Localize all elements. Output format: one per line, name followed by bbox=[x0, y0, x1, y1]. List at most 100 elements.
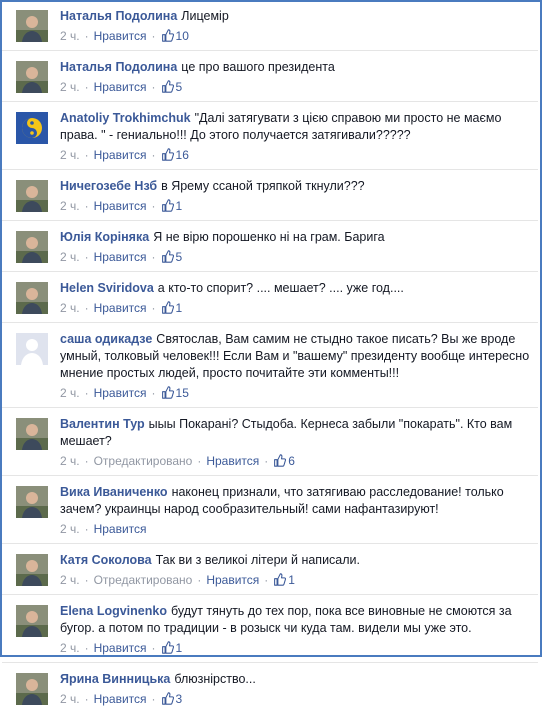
comment-text: Лицемір bbox=[181, 9, 229, 23]
comment: Наталья Подолина Лицемір 2 ч. · Нравится · 10 bbox=[2, 0, 538, 51]
comment-time[interactable]: 2 ч. bbox=[60, 386, 80, 400]
comment-time[interactable]: 2 ч. bbox=[60, 641, 80, 655]
like-button[interactable]: Нравится bbox=[94, 522, 147, 536]
comment-author[interactable]: Наталья Подолина bbox=[60, 9, 177, 23]
like-button[interactable]: Нравится bbox=[94, 29, 147, 43]
like-button[interactable]: Нравится bbox=[94, 692, 147, 706]
like-count[interactable]: 16 bbox=[161, 148, 189, 162]
comment-time[interactable]: 2 ч. bbox=[60, 573, 80, 587]
avatar[interactable] bbox=[16, 673, 48, 705]
like-button[interactable]: Нравится bbox=[206, 573, 259, 587]
edited-label[interactable]: Отредактировано bbox=[94, 573, 193, 587]
comment-text: Так ви з великоі літери й написали. bbox=[155, 553, 361, 567]
comment-time[interactable]: 2 ч. bbox=[60, 301, 80, 315]
like-button[interactable]: Нравится bbox=[94, 199, 147, 213]
like-button[interactable]: Нравится bbox=[94, 386, 147, 400]
avatar[interactable] bbox=[16, 180, 48, 212]
comment: Helen Sviridova а кто-то спорит? .... меш… bbox=[2, 272, 538, 323]
comment-text: а кто-то спорит? .... мешает? .... уже г… bbox=[157, 281, 404, 295]
comment-meta: 2 ч. · Нравится · 10 bbox=[60, 29, 189, 43]
thumbs-up-icon bbox=[161, 29, 174, 42]
comment-time[interactable]: 2 ч. bbox=[60, 199, 80, 213]
comment-meta: 2 ч. · Нравится · 1 bbox=[60, 301, 183, 315]
thumbs-up-icon bbox=[273, 454, 287, 467]
comment: Ничегозебе Нзб в Ярему ссаной тряпкой ткн… bbox=[2, 170, 538, 221]
comment-meta: 2 ч. · Отредактировано · Нравится · 1 bbox=[60, 573, 295, 587]
comment-time[interactable]: 2 ч. bbox=[60, 80, 80, 94]
comment-author[interactable]: саша одикадзе bbox=[60, 332, 152, 346]
like-button[interactable]: Нравится bbox=[94, 80, 147, 94]
comment-author[interactable]: Elena Logvinenko bbox=[60, 604, 167, 618]
avatar[interactable] bbox=[16, 418, 48, 450]
comment-time[interactable]: 2 ч. bbox=[60, 692, 80, 706]
comment-meta: 2 ч. · Нравится · 3 bbox=[60, 692, 183, 706]
like-button[interactable]: Нравится bbox=[94, 641, 147, 655]
like-count[interactable]: 5 bbox=[161, 250, 182, 264]
avatar[interactable] bbox=[16, 486, 48, 518]
thumbs-up-icon bbox=[161, 386, 174, 399]
like-count[interactable]: 1 bbox=[161, 641, 182, 655]
like-button[interactable]: Нравится bbox=[94, 250, 147, 264]
comment-text: в Ярему ссаной тряпкой ткнули??? bbox=[161, 179, 365, 193]
comment: Валентин Тур ыыы Покарані? Стыдоба. Керне… bbox=[2, 408, 538, 476]
like-count[interactable]: 3 bbox=[161, 692, 182, 706]
comment-author[interactable]: Anatoliy Trokhimchuk bbox=[60, 111, 191, 125]
thumbs-up-icon bbox=[161, 692, 174, 705]
avatar[interactable] bbox=[16, 10, 48, 42]
comment-author[interactable]: Катя Соколова bbox=[60, 553, 152, 567]
thumbs-up-icon bbox=[161, 641, 174, 654]
like-count[interactable]: 6 bbox=[273, 454, 295, 468]
comment: Elena Logvinenko будут тянуть до тех пор,… bbox=[2, 595, 538, 663]
comment-author[interactable]: Наталья Подолина bbox=[60, 60, 177, 74]
comment-author[interactable]: Юлія Коріняка bbox=[60, 230, 149, 244]
comment-author[interactable]: Ничегозебе Нзб bbox=[60, 179, 157, 193]
comment-time[interactable]: 2 ч. bbox=[60, 250, 80, 264]
comment: саша одикадзе Святослав, Вам самим не сты… bbox=[2, 323, 538, 408]
comment-text: Я не вірю порошенко ні на грам. Барига bbox=[153, 230, 385, 244]
avatar[interactable] bbox=[16, 605, 48, 637]
comment-author[interactable]: Вика Иваниченко bbox=[60, 485, 168, 499]
avatar[interactable] bbox=[16, 554, 48, 586]
avatar[interactable] bbox=[16, 112, 48, 144]
like-count[interactable]: 5 bbox=[161, 80, 182, 94]
like-button[interactable]: Нравится bbox=[94, 301, 147, 315]
thumbs-up-icon bbox=[161, 301, 174, 314]
comment-meta: 2 ч. · Нравится · 1 bbox=[60, 199, 183, 213]
comment-author[interactable]: Helen Sviridova bbox=[60, 281, 154, 295]
comment-meta: 2 ч. · Нравится · 5 bbox=[60, 80, 183, 94]
like-button[interactable]: Нравится bbox=[206, 454, 259, 468]
comment: Наталья Подолина це про вашого президента… bbox=[2, 51, 538, 102]
comment-author[interactable]: Ярина Винницька bbox=[60, 672, 170, 686]
thumbs-up-icon bbox=[161, 80, 174, 93]
comment-time[interactable]: 2 ч. bbox=[60, 522, 80, 536]
comment-text: це про вашого президента bbox=[181, 60, 335, 74]
avatar[interactable] bbox=[16, 333, 48, 365]
comment-time[interactable]: 2 ч. bbox=[60, 454, 80, 468]
comment: Юлія Коріняка Я не вірю порошенко ні на г… bbox=[2, 221, 538, 272]
avatar[interactable] bbox=[16, 61, 48, 93]
edited-label[interactable]: Отредактировано bbox=[94, 454, 193, 468]
like-count[interactable]: 1 bbox=[161, 301, 182, 315]
comment-time[interactable]: 2 ч. bbox=[60, 29, 80, 43]
comment-meta: 2 ч. · Нравится · 15 bbox=[60, 386, 189, 400]
comment: Anatoliy Trokhimchuk "Далі затягувати з ц… bbox=[2, 102, 538, 170]
comment-meta: 2 ч. · Нравится · 1 bbox=[60, 641, 183, 655]
like-count[interactable]: 1 bbox=[273, 573, 295, 587]
comment-time[interactable]: 2 ч. bbox=[60, 148, 80, 162]
comment-meta: 2 ч. · Отредактировано · Нравится · 6 bbox=[60, 454, 295, 468]
comment: Ярина Винницька блюзнірство... 2 ч. · Нрави… bbox=[2, 663, 538, 713]
like-count[interactable]: 15 bbox=[161, 386, 189, 400]
comment-list: Наталья Подолина Лицемір 2 ч. · Нравится · 10… bbox=[2, 0, 538, 713]
comment: Вика Иваниченко наконец признали, что зат… bbox=[2, 476, 538, 544]
comment-text: блюзнірство... bbox=[174, 672, 256, 686]
avatar[interactable] bbox=[16, 282, 48, 314]
comment-author[interactable]: Валентин Тур bbox=[60, 417, 145, 431]
like-count[interactable]: 1 bbox=[161, 199, 182, 213]
thumbs-up-icon bbox=[161, 148, 174, 161]
comment-meta: 2 ч. · Нравится · 5 bbox=[60, 250, 183, 264]
thumbs-up-icon bbox=[273, 573, 287, 586]
like-count[interactable]: 10 bbox=[161, 29, 189, 43]
like-button[interactable]: Нравится bbox=[94, 148, 147, 162]
comment-meta: 2 ч. · Нравится bbox=[60, 522, 147, 536]
avatar[interactable] bbox=[16, 231, 48, 263]
